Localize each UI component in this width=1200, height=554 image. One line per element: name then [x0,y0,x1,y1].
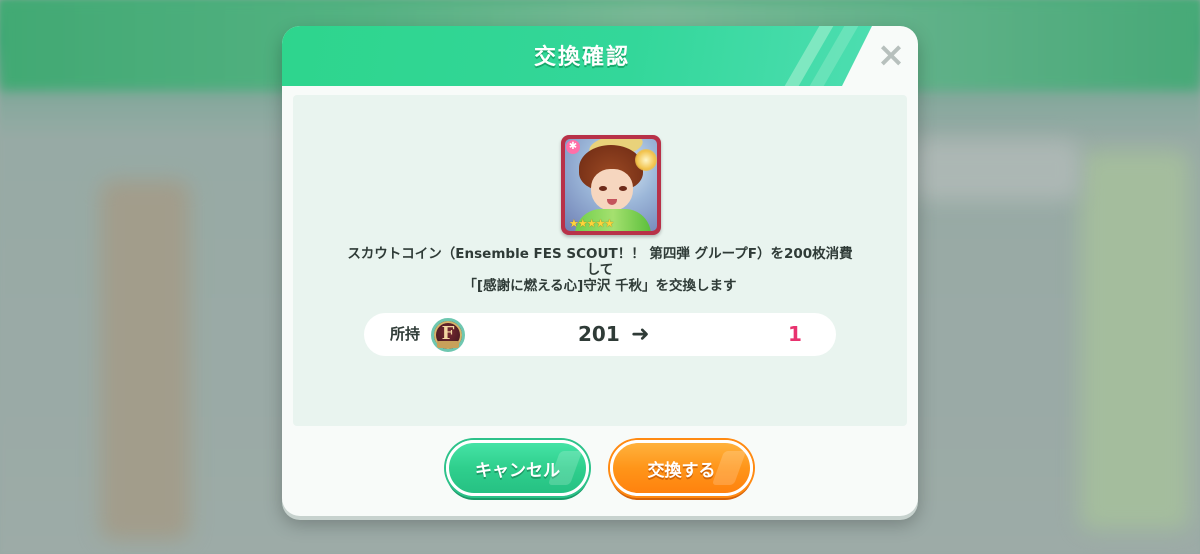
owned-before-count: 201 [578,322,620,346]
rarity-stars-icon: ★★★★★ [569,217,614,230]
card-eye-right [619,186,627,191]
scout-coin-icon: F [431,318,465,352]
coin-ribbon [437,341,459,348]
description-line-1: スカウトコイン（Ensemble FES SCOUT！！ 第四弾 グループF）を… [347,246,853,262]
close-icon[interactable]: × [874,38,908,72]
owned-after-count: 1 [788,322,802,346]
cancel-button-label: キャンセル [475,460,560,481]
exchange-confirm-dialog: 交換確認 × ✱ ★★★★★ スカウトコイン（Ensemble FES SCOU… [282,26,918,516]
card-flower-icon [635,149,657,171]
exchange-button[interactable]: 交換する [610,440,753,496]
owned-label: 所持 [390,325,421,343]
cancel-button[interactable]: キャンセル [446,440,589,496]
owned-coin-row: 所持 F 201 ➜ 1 [364,313,836,356]
exchange-button-label: 交換する [647,460,716,481]
attribute-badge-icon: ✱ [566,140,580,154]
card-illustration: ✱ ★★★★★ [565,139,657,231]
arrow-right-icon: ➜ [631,322,650,347]
dialog-title: 交換確認 [533,45,630,70]
card-eye-left [599,186,607,191]
description-line-3: 「[感謝に燃える心]守沢 千秋」を交換します [463,278,737,294]
dialog-content: ✱ ★★★★★ スカウトコイン（Ensemble FES SCOUT！！ 第四弾… [293,95,907,426]
button-shine [711,451,747,485]
card-thumbnail: ✱ ★★★★★ [561,135,661,235]
description-line-2: して [586,262,614,278]
